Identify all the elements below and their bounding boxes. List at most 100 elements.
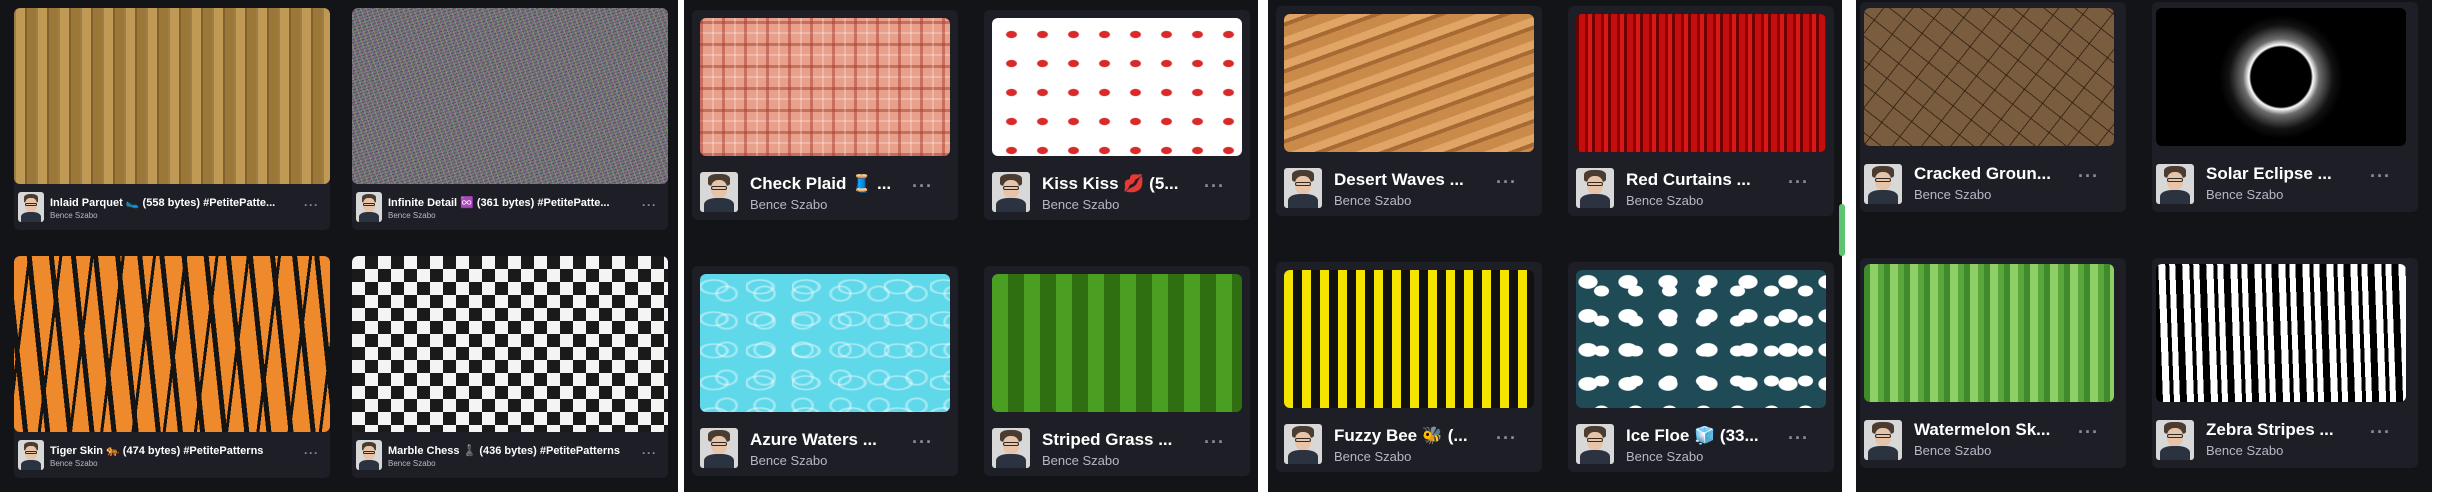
pen-title[interactable]: Desert Waves ... xyxy=(1334,170,1494,190)
pen-card[interactable]: Desert Waves ... Bence Szabo ··· xyxy=(1276,6,1542,216)
more-options-button[interactable]: ··· xyxy=(1496,428,1517,449)
avatar[interactable] xyxy=(18,192,44,222)
pen-card[interactable]: Inlaid Parquet 🥿 (558 bytes) #PetitePatt… xyxy=(14,8,330,230)
pen-title[interactable]: Infinite Detail ♾️ (361 bytes) #PetitePa… xyxy=(388,196,628,209)
pen-author[interactable]: Bence Szabo xyxy=(1626,193,1703,208)
pen-card[interactable]: Cracked Groun... Bence Szabo ··· xyxy=(1860,2,2126,212)
pen-title[interactable]: Zebra Stripes ... xyxy=(2206,420,2366,440)
more-options-button[interactable]: ··· xyxy=(2370,422,2391,443)
pen-author[interactable]: Bence Szabo xyxy=(2206,443,2283,458)
more-options-button[interactable]: ··· xyxy=(304,198,319,212)
pen-title[interactable]: Red Curtains ... xyxy=(1626,170,1786,190)
more-options-button[interactable]: ··· xyxy=(1204,432,1225,453)
parquet-pattern-thumbnail[interactable] xyxy=(14,8,330,184)
watermelon-pattern-thumbnail[interactable] xyxy=(1864,264,2114,402)
eclipse-pattern-thumbnail[interactable] xyxy=(2156,8,2406,146)
pen-title[interactable]: Check Plaid 🧵 ... xyxy=(750,174,910,194)
gallery-panel-3: Desert Waves ... Bence Szabo ··· Red Cur… xyxy=(1268,0,1845,492)
pen-title[interactable]: Ice Floe 🧊 (33... xyxy=(1626,426,1786,446)
avatar[interactable] xyxy=(1284,424,1322,464)
pen-card[interactable]: Fuzzy Bee 🐝 (... Bence Szabo ··· xyxy=(1276,262,1542,472)
pen-card[interactable]: Marble Chess ♟️ (436 bytes) #PetitePatte… xyxy=(352,256,668,478)
pen-title[interactable]: Azure Waters ... xyxy=(750,430,910,450)
noise-pattern-thumbnail[interactable] xyxy=(352,8,668,184)
pen-title[interactable]: Tiger Skin 🐅 (474 bytes) #PetitePatterns xyxy=(50,444,290,457)
more-options-button[interactable]: ··· xyxy=(642,446,657,460)
pen-author[interactable]: Bence Szabo xyxy=(388,459,436,468)
plaid-pattern-thumbnail[interactable] xyxy=(700,18,950,156)
more-options-button[interactable]: ··· xyxy=(2078,422,2099,443)
avatar[interactable] xyxy=(1576,424,1614,464)
avatar[interactable] xyxy=(1284,168,1322,208)
more-options-button[interactable]: ··· xyxy=(1788,172,1809,193)
more-options-button[interactable]: ··· xyxy=(304,446,319,460)
avatar[interactable] xyxy=(356,192,382,222)
more-options-button[interactable]: ··· xyxy=(642,198,657,212)
grass-pattern-thumbnail[interactable] xyxy=(992,274,1242,412)
pen-author[interactable]: Bence Szabo xyxy=(388,211,436,220)
curtain-pattern-thumbnail[interactable] xyxy=(1576,14,1826,152)
pen-title[interactable]: Fuzzy Bee 🐝 (... xyxy=(1334,426,1494,446)
more-options-button[interactable]: ··· xyxy=(1496,172,1517,193)
bee-pattern-thumbnail[interactable] xyxy=(1284,270,1534,408)
lips-pattern-thumbnail[interactable] xyxy=(992,18,1242,156)
pen-card[interactable]: Red Curtains ... Bence Szabo ··· xyxy=(1568,6,1834,216)
pen-author[interactable]: Bence Szabo xyxy=(50,459,98,468)
pen-author[interactable]: Bence Szabo xyxy=(50,211,98,220)
pen-author[interactable]: Bence Szabo xyxy=(2206,187,2283,202)
avatar[interactable] xyxy=(992,172,1030,212)
avatar[interactable] xyxy=(1864,420,1902,460)
more-options-button[interactable]: ··· xyxy=(2370,166,2391,187)
pen-title[interactable]: Marble Chess ♟️ (436 bytes) #PetitePatte… xyxy=(388,444,628,457)
gallery-panel-4: Cracked Groun... Bence Szabo ··· Solar E… xyxy=(1856,0,2432,492)
pen-author[interactable]: Bence Szabo xyxy=(1042,197,1119,212)
more-options-button[interactable]: ··· xyxy=(912,432,933,453)
pen-card[interactable]: Check Plaid 🧵 ... Bence Szabo ··· xyxy=(692,10,958,220)
pen-title[interactable]: Watermelon Sk... xyxy=(1914,420,2074,440)
pen-author[interactable]: Bence Szabo xyxy=(1042,453,1119,468)
avatar[interactable] xyxy=(700,172,738,212)
scroll-indicator xyxy=(1839,204,1845,256)
avatar[interactable] xyxy=(1864,164,1902,204)
pen-title[interactable]: Cracked Groun... xyxy=(1914,164,2074,184)
pen-card[interactable]: Striped Grass ... Bence Szabo ··· xyxy=(984,266,1250,476)
more-options-button[interactable]: ··· xyxy=(2078,166,2099,187)
avatar[interactable] xyxy=(1576,168,1614,208)
pen-card[interactable]: Azure Waters ... Bence Szabo ··· xyxy=(692,266,958,476)
cracked-ground-pattern-thumbnail[interactable] xyxy=(1864,8,2114,146)
pen-author[interactable]: Bence Szabo xyxy=(1334,193,1411,208)
gallery-panel-2: Check Plaid 🧵 ... Bence Szabo ··· Kiss K… xyxy=(684,0,1258,492)
more-options-button[interactable]: ··· xyxy=(912,176,933,197)
pen-card[interactable]: Ice Floe 🧊 (33... Bence Szabo ··· xyxy=(1568,262,1834,472)
pen-author[interactable]: Bence Szabo xyxy=(1914,187,1991,202)
avatar[interactable] xyxy=(18,440,44,470)
avatar[interactable] xyxy=(2156,420,2194,460)
pen-card[interactable]: Kiss Kiss 💋 (5... Bence Szabo ··· xyxy=(984,10,1250,220)
pen-card[interactable]: Solar Eclipse ... Bence Szabo ··· xyxy=(2152,2,2418,212)
avatar[interactable] xyxy=(992,428,1030,468)
pen-title[interactable]: Striped Grass ... xyxy=(1042,430,1202,450)
more-options-button[interactable]: ··· xyxy=(1788,428,1809,449)
ice-floe-pattern-thumbnail[interactable] xyxy=(1576,270,1826,408)
avatar[interactable] xyxy=(356,440,382,470)
pen-author[interactable]: Bence Szabo xyxy=(750,197,827,212)
pen-card[interactable]: Tiger Skin 🐅 (474 bytes) #PetitePatterns… xyxy=(14,256,330,478)
pen-author[interactable]: Bence Szabo xyxy=(1334,449,1411,464)
tiger-pattern-thumbnail[interactable] xyxy=(14,256,330,432)
checker-pattern-thumbnail[interactable] xyxy=(352,256,668,432)
avatar[interactable] xyxy=(2156,164,2194,204)
pen-card[interactable]: Infinite Detail ♾️ (361 bytes) #PetitePa… xyxy=(352,8,668,230)
pen-author[interactable]: Bence Szabo xyxy=(750,453,827,468)
pen-card[interactable]: Watermelon Sk... Bence Szabo ··· xyxy=(1860,258,2126,468)
pen-author[interactable]: Bence Szabo xyxy=(1626,449,1703,464)
zebra-pattern-thumbnail[interactable] xyxy=(2156,264,2406,402)
water-pattern-thumbnail[interactable] xyxy=(700,274,950,412)
pen-title[interactable]: Kiss Kiss 💋 (5... xyxy=(1042,174,1202,194)
dunes-pattern-thumbnail[interactable] xyxy=(1284,14,1534,152)
pen-author[interactable]: Bence Szabo xyxy=(1914,443,1991,458)
pen-title[interactable]: Inlaid Parquet 🥿 (558 bytes) #PetitePatt… xyxy=(50,196,290,209)
pen-card[interactable]: Zebra Stripes ... Bence Szabo ··· xyxy=(2152,258,2418,468)
pen-title[interactable]: Solar Eclipse ... xyxy=(2206,164,2366,184)
avatar[interactable] xyxy=(700,428,738,468)
more-options-button[interactable]: ··· xyxy=(1204,176,1225,197)
